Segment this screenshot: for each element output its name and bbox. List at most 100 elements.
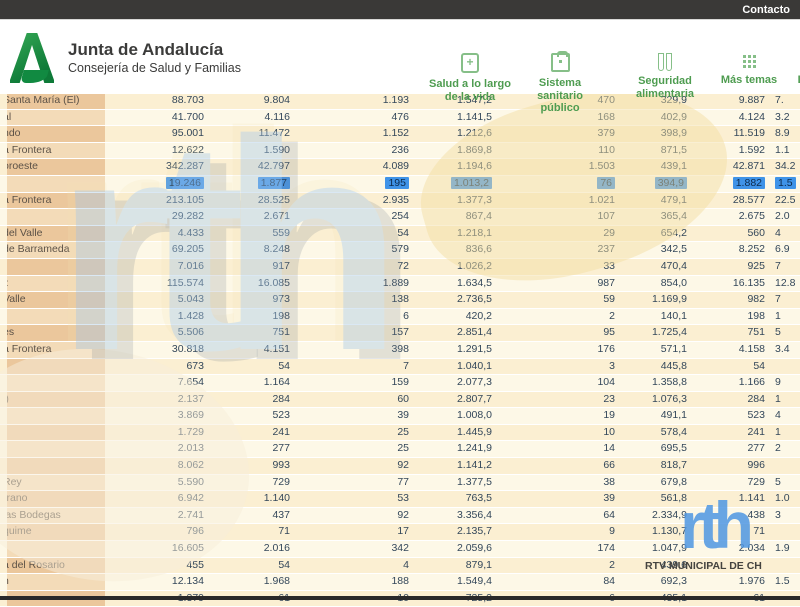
cell-municipality: Valle: [0, 292, 105, 308]
table-row[interactable]: al 41.700 4.116 476 1.141,5 168 402,9 4.124 3.2: [0, 109, 800, 127]
cell-value: 1.021: [495, 192, 618, 209]
cell-value: 818,7: [618, 458, 690, 474]
nav-item-m-s-temas[interactable]: Más temas: [710, 53, 788, 87]
book-icon: [461, 53, 479, 73]
table-row[interactable]: rrano 6.942 1.140 53 763,5 39 561,8 1.141 1.0: [0, 491, 800, 508]
cell-value: 1.008,0: [412, 408, 495, 424]
cell-value: 95.001: [105, 126, 207, 142]
table-row[interactable]: l) 2.137 284 60 2.807,7 23 1.076,3 284 1: [0, 391, 800, 409]
table-row[interactable]: 7.654 1.164 159 2.077,3 104 1.358,8 1.166 9: [0, 375, 800, 392]
cell-value: 1.141,2: [412, 458, 495, 474]
cell-value: 2.736,5: [412, 292, 495, 308]
cell-value: 3.356,4: [412, 507, 495, 524]
cell-value: 445,8: [618, 358, 690, 375]
cell-value: 8.248: [207, 242, 293, 258]
cell-value: 4.089: [293, 159, 412, 175]
cell-value: 1.164: [207, 375, 293, 391]
cell-value: 3: [495, 358, 618, 375]
table-row[interactable]: ) 1.729 241 25 1.445,9 10 578,4 241 1: [0, 424, 800, 442]
cell-value: 1.445,9: [412, 424, 495, 441]
table-row[interactable]: a Frontera 30.818 4.151 398 1.291,5 176 571,1 4…: [0, 341, 800, 359]
table-row[interactable]: 19.246 1.877 195 1.013,2 76 394,9 1.882 1.5: [0, 175, 800, 193]
cell-value: 439,6: [618, 557, 690, 574]
cell-value: 836,6: [412, 242, 495, 258]
cell-value: 71: [207, 524, 293, 541]
cell-value: 654,2: [618, 225, 690, 242]
cell-value: 213.105: [105, 192, 207, 209]
cell-municipality: [0, 408, 105, 424]
table-row[interactable]: 29.282 2.671 254 867,4 107 365,4 2.675 2.0: [0, 209, 800, 226]
table-row[interactable]: 3.869 523 39 1.008,0 19 491,1 523 4: [0, 408, 800, 425]
cell-value: 1.725,4: [618, 325, 690, 341]
table-row[interactable]: oroeste 342.287 42.797 4.089 1.194,6 1.503 439…: [0, 159, 800, 176]
table-row[interactable]: 673 54 7 1.040,1 3 445,8 54: [0, 358, 800, 376]
table-row[interactable]: Valle 5.043 973 138 2.736,5 59 1.169,9 982 7: [0, 292, 800, 309]
nav-item-label: público: [540, 102, 580, 114]
cell-value: 8.062: [105, 458, 207, 474]
cell-value: 2: [495, 557, 618, 574]
contact-link[interactable]: Contacto: [742, 4, 800, 16]
cell-value: 284: [207, 391, 293, 408]
table-row[interactable]: 16.605 2.016 342 2.059,6 174 1.047,9 2.034 1.9: [0, 541, 800, 558]
table-row[interactable]: a Frontera 213.105 28.525 2.935 1.377,3 1.021…: [0, 192, 800, 210]
data-table: Santa María (El) 88.703 9.804 1.193 1.547,2 4…: [0, 93, 800, 607]
cell-value: 1.590: [207, 142, 293, 159]
table-row[interactable]: quime 796 71 17 2.135,7 9 1.130,7 71: [0, 524, 800, 542]
brand[interactable]: Junta de Andalucía Consejería de Salud y…: [10, 33, 241, 83]
cell-value: 571,1: [618, 341, 690, 358]
nav-item-label: de la vida: [444, 90, 496, 103]
table-row[interactable]: z 115.574 16.085 1.889 1.634,5 987 854,0 16.135…: [0, 275, 800, 293]
cell-municipality: a del Rosario: [0, 557, 105, 574]
cell-value: 39: [495, 491, 618, 507]
cell-municipality: [0, 441, 105, 458]
cell-value: 1.241,9: [412, 441, 495, 458]
nav-item-salud-a-lo-largo[interactable]: Salud a lo largode la vida: [420, 53, 520, 103]
cell-value: 95: [495, 325, 618, 341]
cell-value: 11.519: [690, 126, 768, 142]
nav-item-l[interactable]: L: [786, 53, 800, 87]
cell-value: 6: [293, 308, 412, 325]
cell-value: 6.942: [105, 491, 207, 507]
table-row[interactable]: ndo 95.001 11.472 1.152 1.212,6 379 398,9 11.51…: [0, 126, 800, 143]
cell-value: 7.: [768, 93, 800, 109]
cell-value: 1.592: [690, 142, 768, 159]
table-row[interactable]: es 5.506 751 157 2.851,4 95 1.725,4 751 5: [0, 325, 800, 342]
table-row[interactable]: a Frontera 12.622 1.590 236 1.869,8 110 871,5 1…: [0, 142, 800, 160]
table-row[interactable]: 1.428 198 6 420,2 2 140,1 198 1: [0, 308, 800, 326]
cell-value: 1.976: [690, 574, 768, 590]
cell-value: [768, 557, 800, 574]
cell-value: 9: [495, 524, 618, 541]
table-row[interactable]: del Valle 4.433 559 54 1.218,1 29 654,2 560 4: [0, 225, 800, 243]
cell-municipality: z: [0, 275, 105, 292]
table-row[interactable]: n 12.134 1.968 188 1.549,4 84 692,3 1.976 1.5: [0, 574, 800, 591]
cell-value: 578,4: [618, 424, 690, 441]
cell-value: 867,4: [412, 209, 495, 225]
table-row[interactable]: 8.062 993 92 1.141,2 66 818,7 996: [0, 458, 800, 475]
cell-value: 420,2: [412, 308, 495, 325]
cell-value: 8.9: [768, 126, 800, 142]
cell-value: [768, 458, 800, 474]
hospital-icon: [550, 51, 570, 72]
cell-value: 5.043: [105, 292, 207, 308]
table-row[interactable]: las Bodegas 2.741 437 92 3.356,4 64 2.334,9 438…: [0, 507, 800, 525]
cell-value: 2.671: [207, 209, 293, 225]
table-row[interactable]: a del Rosario 455 54 4 879,1 2 439,6: [0, 557, 800, 575]
cell-value: 5.506: [105, 325, 207, 341]
cell-value: 2: [768, 441, 800, 458]
table-row[interactable]: 7.016 917 72 1.026,2 33 470,4 925 7: [0, 258, 800, 276]
cell-value: 1.428: [105, 308, 207, 325]
table-row[interactable]: de Barrameda 69.205 8.248 579 836,6 237 342,5 8…: [0, 242, 800, 259]
cell-value: 1.0: [768, 491, 800, 507]
nav-item-seguridad[interactable]: Seguridad alimentaria: [615, 53, 715, 100]
cell-value: 673: [105, 358, 207, 375]
table-row[interactable]: 2.013 277 25 1.241,9 14 695,5 277 2: [0, 441, 800, 459]
cell-value: 579: [293, 242, 412, 258]
nav-item-sistema[interactable]: Sistema sanitario público: [520, 51, 600, 115]
cell-value: 8.252: [690, 242, 768, 258]
cell-value: 42.797: [207, 159, 293, 175]
cell-value: 198: [207, 308, 293, 325]
cell-value: 5: [768, 325, 800, 341]
cell-value: 1.218,1: [412, 225, 495, 242]
table-row[interactable]: Rey 5.590 729 77 1.377,5 38 679,8 729 5: [0, 474, 800, 492]
cell-value: 12.8: [768, 275, 800, 292]
